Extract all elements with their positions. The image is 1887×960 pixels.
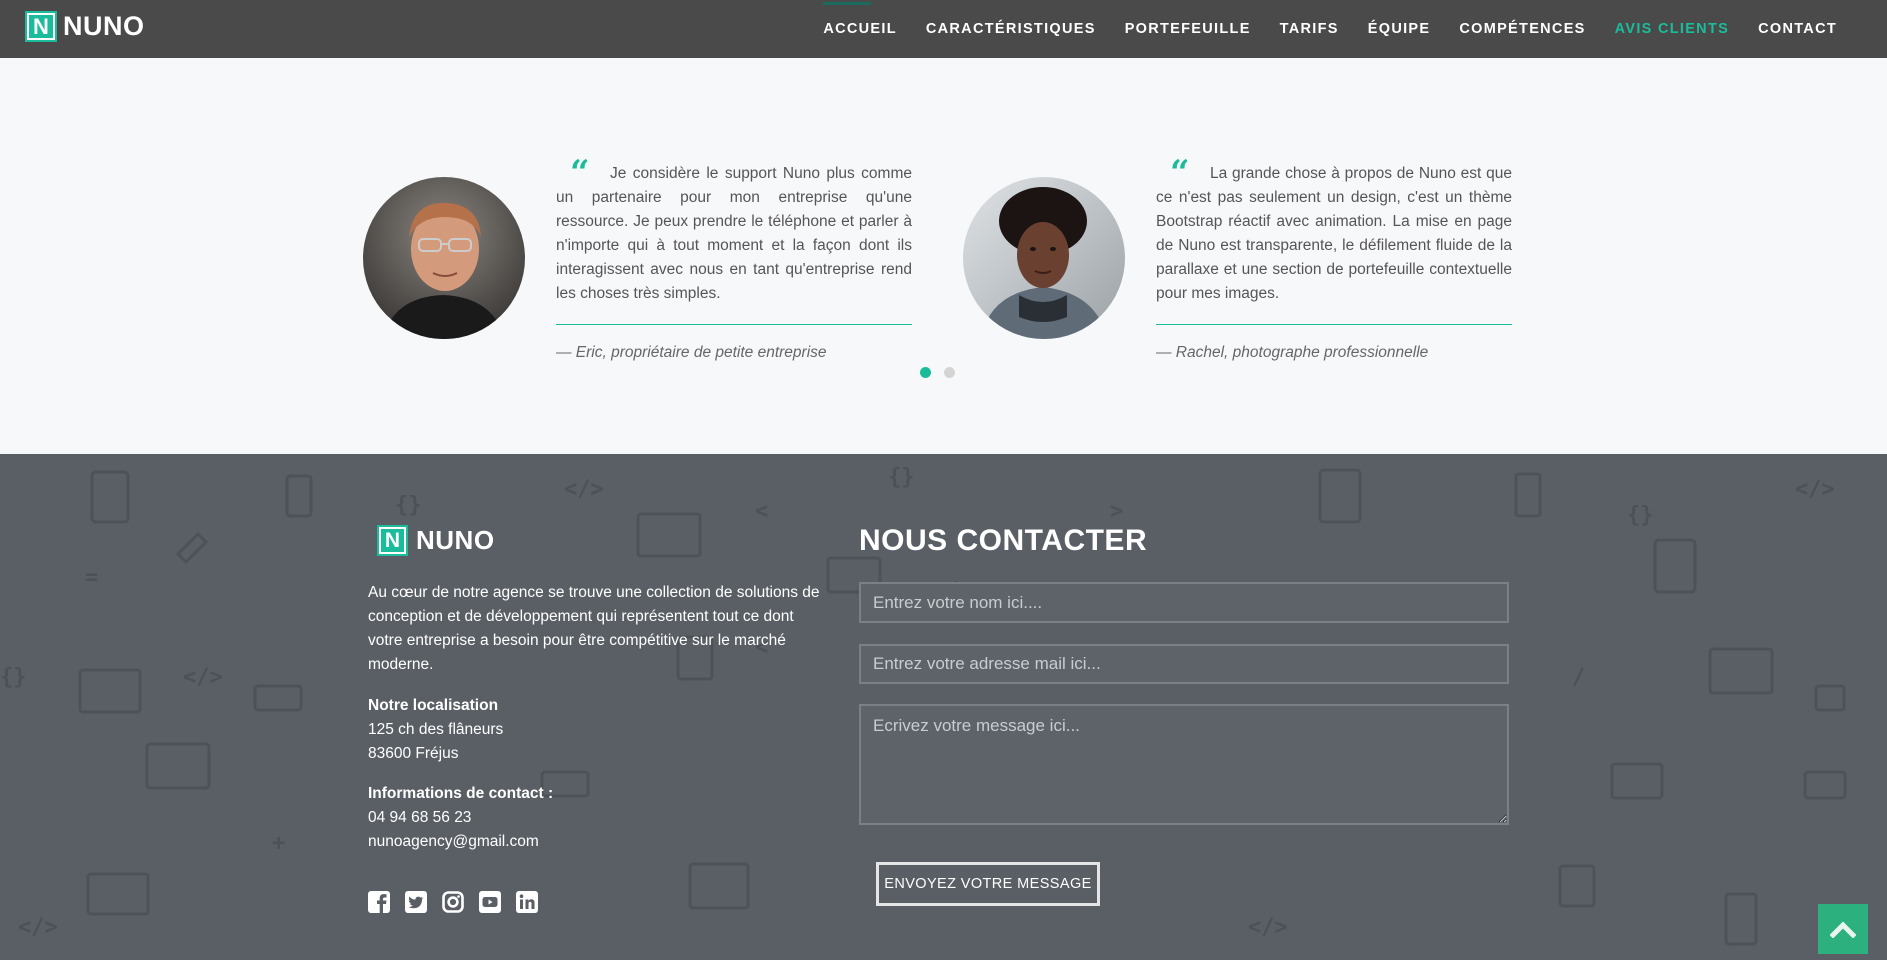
contact-title: NOUS CONTACTER <box>859 524 1148 557</box>
email-input[interactable] <box>859 644 1509 684</box>
nav-item-portefeuille[interactable]: PORTEFEUILLE <box>1125 21 1251 37</box>
svg-text:=: = <box>85 565 98 590</box>
social-links <box>368 891 553 913</box>
phone-number: 04 94 68 56 23 <box>368 809 472 826</box>
chevron-up-icon <box>1830 921 1856 938</box>
quote-block: “ Je considère le support Nuno plus comm… <box>556 156 912 362</box>
carousel-dot-2[interactable] <box>944 367 955 378</box>
nav-item-equipe[interactable]: ÉQUIPE <box>1368 21 1431 37</box>
svg-text:</>: </> <box>1795 477 1835 502</box>
svg-text:>: > <box>1110 499 1123 524</box>
nav-item-avis-clients[interactable]: AVIS CLIENTS <box>1615 21 1729 37</box>
twitter-icon[interactable] <box>405 891 427 913</box>
quote-text: La grande chose à propos de Nuno est que… <box>1156 165 1512 302</box>
svg-text:/: / <box>1572 665 1585 690</box>
nav-item-caracteristiques[interactable]: CARACTÉRISTIQUES <box>926 21 1096 37</box>
svg-text:</>: </> <box>183 665 223 690</box>
youtube-icon[interactable] <box>479 891 501 913</box>
quote-divider <box>1156 324 1512 325</box>
brand-name: NUNO <box>416 525 495 555</box>
footer-logo[interactable]: N NUNO <box>377 525 495 556</box>
quote-divider <box>556 324 912 325</box>
svg-text:{}: {} <box>395 493 422 518</box>
agency-description: Au cœur de notre agence se trouve une co… <box>368 584 820 673</box>
svg-text:{}: {} <box>0 665 27 690</box>
avatar <box>963 177 1125 339</box>
quote-icon: “ <box>1170 153 1190 193</box>
name-input[interactable] <box>859 582 1509 623</box>
quote-block: “ La grande chose à propos de Nuno est q… <box>1156 156 1512 362</box>
send-message-button[interactable]: ENVOYEZ VOTRE MESSAGE <box>876 862 1100 906</box>
contact-info-title: Informations de contact : <box>368 785 554 802</box>
testimonial-card: “ La grande chose à propos de Nuno est q… <box>963 102 1538 361</box>
nav-item-contact[interactable]: CONTACT <box>1758 21 1837 37</box>
svg-text:</>: </> <box>18 915 58 940</box>
nav-item-tarifs[interactable]: TARIFS <box>1280 21 1339 37</box>
facebook-icon[interactable] <box>368 891 390 913</box>
address-line-1: 125 ch des flâneurs <box>368 721 504 738</box>
quote-author: — Rachel, photographe professionnelle <box>1156 344 1429 361</box>
testimonial-card: “ Je considère le support Nuno plus comm… <box>363 102 938 361</box>
linkedin-icon[interactable] <box>516 891 538 913</box>
location-block: Notre localisation 125 ch des flâneurs 8… <box>368 694 503 766</box>
location-title: Notre localisation <box>368 697 499 714</box>
nav-scroll-indicator <box>823 2 872 5</box>
svg-text:{}: {} <box>888 465 915 490</box>
quote-text: Je considère le support Nuno plus comme … <box>556 165 912 302</box>
nav-item-accueil[interactable]: ACCUEIL <box>823 2 897 37</box>
instagram-icon[interactable] <box>442 891 464 913</box>
brand-logo[interactable]: N NUNO <box>25 11 145 42</box>
svg-text:<: < <box>755 499 768 524</box>
logo-mark-icon: N <box>377 525 408 556</box>
address-line-2: 83600 Fréjus <box>368 745 459 762</box>
message-textarea[interactable] <box>859 704 1509 825</box>
brand-name: NUNO <box>63 11 145 41</box>
quote-icon: “ <box>570 153 590 193</box>
quote-author: — Eric, propriétaire de petite entrepris… <box>556 344 827 361</box>
back-to-top-button[interactable] <box>1818 904 1868 954</box>
top-navbar: N NUNO ACCUEIL CARACTÉRISTIQUES PORTEFEU… <box>0 0 1887 58</box>
testimonials-section: “ Je considère le support Nuno plus comm… <box>0 58 1887 454</box>
main-nav: ACCUEIL CARACTÉRISTIQUES PORTEFEUILLE TA… <box>794 0 1837 58</box>
footer-section: </> </> </> </> </> {} {} {} {} + + = < … <box>0 454 1887 960</box>
avatar <box>363 177 525 339</box>
svg-text:+: + <box>272 831 285 856</box>
nav-item-competences[interactable]: COMPÉTENCES <box>1459 21 1585 37</box>
carousel-dot-1[interactable] <box>920 367 931 378</box>
carousel-pagination <box>920 367 968 378</box>
svg-text:</>: </> <box>1248 915 1288 940</box>
contact-info-block: Informations de contact : 04 94 68 56 23… <box>368 782 553 854</box>
logo-mark-icon: N <box>25 11 57 42</box>
svg-text:</>: </> <box>564 477 604 502</box>
svg-text:{}: {} <box>1627 503 1654 528</box>
email-address[interactable]: nunoagency@gmail.com <box>368 833 539 850</box>
